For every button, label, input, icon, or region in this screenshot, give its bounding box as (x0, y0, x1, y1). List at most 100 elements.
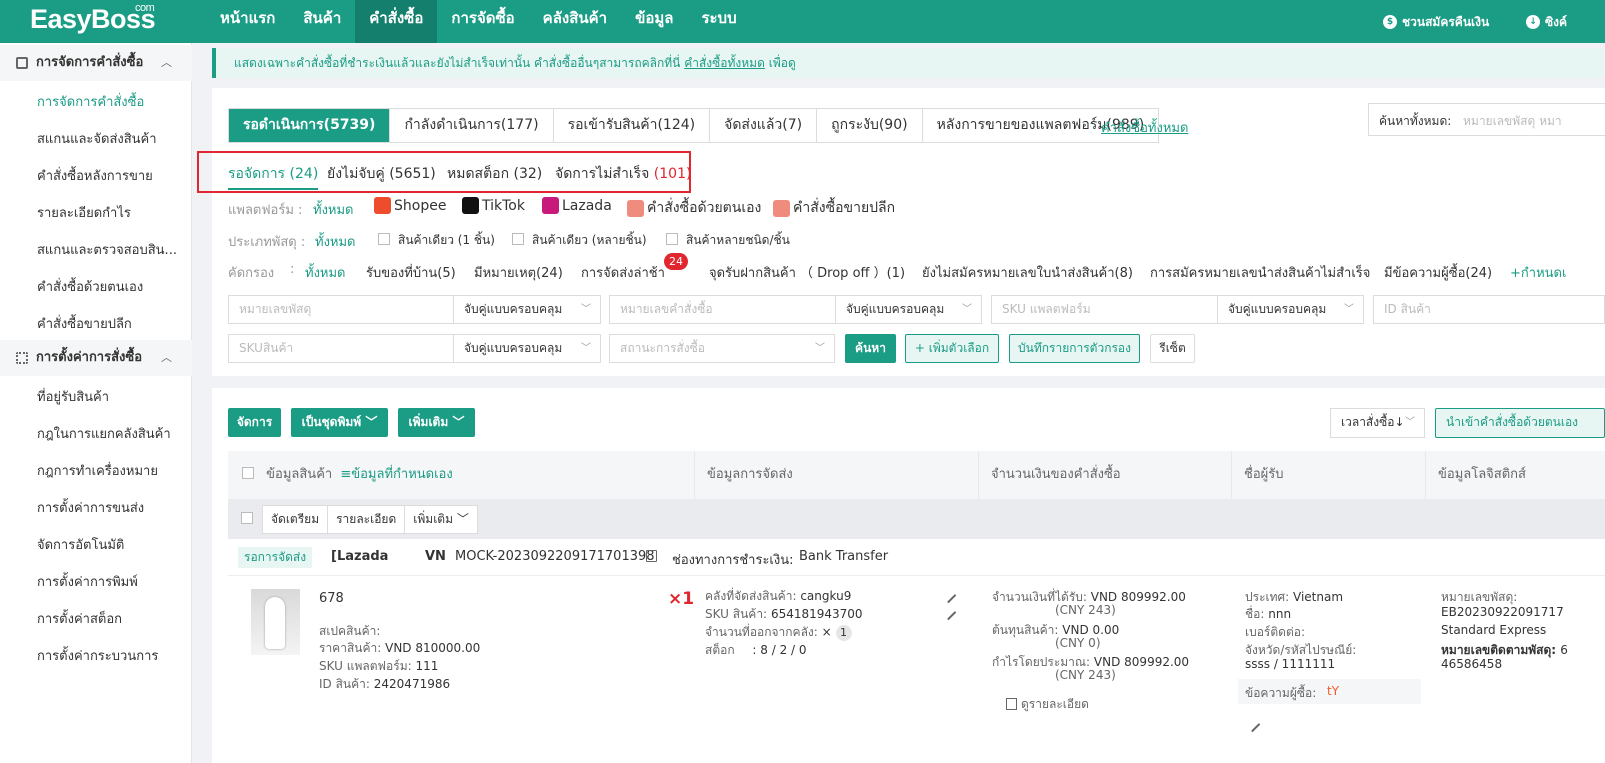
subtab-failed[interactable]: จัดการไม่สำเร็จ (101) (555, 163, 691, 185)
all-orders-link[interactable]: คำสั่งซื้อทั้งหมด (1101, 117, 1188, 138)
more-actions-button[interactable]: เพิ่มเติม ﹀ (405, 506, 477, 533)
add-option-button[interactable]: + เพิ่มตัวเลือก (905, 334, 999, 363)
platform-lazada[interactable]: Lazada (542, 197, 612, 214)
sidebar-item-order-management[interactable]: การจัดการคำสั่งซื้อ (37, 91, 144, 112)
prepare-button[interactable]: จัดเตรียม (263, 506, 329, 533)
sidebar-item-manual-orders[interactable]: คำสั่งซื้อด้วยตนเอง (37, 276, 143, 297)
logo[interactable]: EasyBoss com (30, 2, 156, 35)
sidebar-item-retail-orders[interactable]: คำสั่งซื้อขายปลีก (37, 313, 132, 334)
parcel-type-all[interactable]: ทั้งหมด (315, 231, 356, 252)
sidebar-item-after-sales[interactable]: คำสั่งซื้อหลังการขาย (37, 165, 153, 186)
checkbox[interactable] (666, 233, 678, 245)
filter-no-tracking[interactable]: ยังไม่สมัครหมายเลขใบนำส่งสินค้า(8) (922, 262, 1133, 283)
filter-home-pickup[interactable]: รับของที่บ้าน(5) (366, 262, 456, 283)
status-badge: รอการจัดส่ง (238, 547, 313, 568)
tiktok-icon (462, 197, 479, 214)
main-nav: หน้าแรก สินค้า คำสั่งซื้อ การจัดซื้อ คลั… (206, 0, 751, 43)
grid-icon (16, 352, 28, 364)
sidebar-item-pickup-address[interactable]: ที่อยู่รับสินค้า (37, 386, 109, 407)
order-number-input[interactable]: หมายเลขคำสั่งซื้อ (609, 295, 836, 324)
nav-data[interactable]: ข้อมูล (621, 0, 687, 43)
process-button[interactable]: จัดการ (228, 408, 281, 437)
parcel-match-select[interactable]: จับคู่แบบครอบคลุม ﹀ (453, 295, 601, 324)
nav-orders[interactable]: คำสั่งซื้อ (355, 0, 438, 43)
sidebar-item-mark-rules[interactable]: กฎการทำเครื่องหมาย (37, 460, 158, 481)
shop-name: [Lazada (331, 549, 389, 564)
tab-pending[interactable]: รอดำเนินการ(5739) (229, 109, 391, 142)
sidebar-item-automation[interactable]: จัดการอัตโนมัติ (37, 534, 124, 555)
more-button[interactable]: เพิ่มเติม ﹀ (398, 408, 475, 437)
parcel-number-input[interactable]: หมายเลขพัสดุ (228, 295, 454, 324)
subtab-to-process[interactable]: รอจัดการ (24) (228, 163, 319, 190)
tab-awaiting-pickup[interactable]: รอเข้ารับสินค้า(124) (554, 109, 711, 142)
detail-button[interactable]: รายละเอียด (328, 506, 406, 533)
sidebar-item-shipping-settings[interactable]: การตั้งค่าการขนส่ง (37, 497, 144, 518)
custom-info-link[interactable]: ≡ข้อมูลที่กำหนดเอง (340, 467, 452, 482)
platform-sku-input[interactable]: SKU แพลตฟอร์ม (991, 295, 1218, 324)
platform-manual[interactable]: คำสั่งซื้อด้วยตนเอง (627, 197, 761, 219)
tab-suspended[interactable]: ถูกระงับ(90) (817, 109, 923, 142)
platform-all[interactable]: ทั้งหมด (313, 199, 354, 220)
filter-buyer-message[interactable]: มีข้อความผู้ซื้อ(24) (1384, 262, 1492, 283)
order-status-select[interactable]: สถานะการสั่งซื้อ ﹀ (609, 334, 835, 363)
sidebar-item-scan-verify[interactable]: สแกนและตรวจสอบสิน... (37, 239, 177, 260)
parcel-multi-types[interactable]: สินค้าหลายชนิด/ชิ้น (666, 231, 790, 250)
subtab-out-of-stock[interactable]: หมดสต็อก (32) (447, 163, 542, 185)
reset-button[interactable]: รีเซ็ต (1150, 334, 1195, 363)
product-name[interactable]: 678 (319, 591, 344, 606)
filter-drop-off[interactable]: จุดรับฝากสินค้า （ Drop off ）(1) (709, 262, 905, 283)
platform-tiktok[interactable]: TikTok (462, 197, 525, 214)
sync-link[interactable]: ↓ ซิงค์ (1526, 0, 1567, 43)
select-all-checkbox[interactable] (242, 467, 254, 479)
filter-late-shipping[interactable]: การจัดส่งล่าช้า (581, 262, 665, 283)
product-sku-match-select[interactable]: จับคู่แบบครอบคลุม ﹀ (453, 334, 601, 363)
nav-system[interactable]: ระบบ (687, 0, 750, 43)
sidebar-item-profit-detail[interactable]: รายละเอียดกำไร (37, 202, 131, 223)
view-detail-link[interactable]: ดูรายละเอียด (1006, 695, 1089, 714)
product-sku-input[interactable]: SKUสินค้า (228, 334, 454, 363)
filter-all[interactable]: ทั้งหมด (305, 262, 346, 283)
copy-icon[interactable] (646, 550, 657, 562)
nav-home[interactable]: หน้าแรก (206, 0, 289, 43)
document-icon (1006, 698, 1017, 710)
search-input[interactable]: หมายเลขพัสดุ หมา (1463, 112, 1562, 131)
save-filter-button[interactable]: บันทึกรายการตัวกรอง (1009, 334, 1140, 363)
checkbox[interactable] (378, 233, 390, 245)
sidebar-group-order-management[interactable]: การจัดการคำสั่งซื้อ ︿ (0, 45, 192, 81)
filter-has-note[interactable]: มีหมายเหตุ(24) (474, 262, 563, 283)
parcel-single-one[interactable]: สินค้าเดียว (1 ชิ้น) (378, 231, 495, 250)
print-set-button[interactable]: เป็นชุดพิมพ์ ﹀ (291, 408, 388, 437)
sidebar-item-process-settings[interactable]: การตั้งค่ากระบวนการ (37, 645, 158, 666)
sku-match-select[interactable]: จับคู่แบบครอบคลุม ﹀ (1217, 295, 1364, 324)
nav-products[interactable]: สินค้า (289, 0, 355, 43)
chevron-down-icon: ﹀ (1344, 304, 1354, 315)
order-match-select[interactable]: จับคู่แบบครอบคลุม ﹀ (835, 295, 982, 324)
parcel-single-multi[interactable]: สินค้าเดียว (หลายชิ้น) (512, 231, 647, 250)
sidebar-item-print-settings[interactable]: การตั้งค่าการพิมพ์ (37, 571, 138, 592)
sort-select[interactable]: เวลาสั่งซื้อ↓ ﹀ (1330, 408, 1425, 438)
search-button[interactable]: ค้นหา (845, 334, 896, 363)
filter-custom-link[interactable]: +กำหนดเ (1510, 262, 1566, 283)
platform-shopee[interactable]: Shopee (374, 197, 446, 214)
chevron-up-icon: ︿ (161, 56, 172, 69)
filter-tracking-failed[interactable]: การสมัครหมายเลขนำส่งสินค้าไม่สำเร็จ (1150, 262, 1370, 283)
product-thumbnail[interactable] (251, 589, 300, 655)
tab-in-progress[interactable]: กำลังดำเนินการ(177) (390, 109, 554, 142)
tab-shipped[interactable]: จัดส่งแล้ว(7) (710, 109, 818, 142)
import-manual-order-button[interactable]: นำเข้าคำสั่งซื้อด้วยตนเอง (1435, 408, 1605, 438)
chevron-down-icon: ﹀ (815, 343, 825, 354)
sidebar-group-order-settings[interactable]: การตั้งค่าการสั่งซื้อ ︿ (0, 340, 192, 376)
quantity: ×1 (668, 589, 695, 609)
checkbox[interactable] (512, 233, 524, 245)
row-select-all-checkbox[interactable] (241, 512, 253, 524)
nav-purchasing[interactable]: การจัดซื้อ (437, 0, 528, 43)
subtab-unmatched[interactable]: ยังไม่จับคู่ (5651) (327, 163, 436, 185)
nav-warehouse[interactable]: คลังสินค้า (529, 0, 621, 43)
platform-retail[interactable]: คำสั่งซื้อขายปลีก (773, 197, 895, 219)
invite-link[interactable]: $ ชวนสมัครคืนเงิน (1383, 0, 1489, 43)
sidebar-item-stock-settings[interactable]: การตั้งค่าสต็อก (37, 608, 122, 629)
all-orders-notice-link[interactable]: คำสั่งซื้อทั้งหมด (684, 56, 765, 70)
sidebar-item-scan-ship[interactable]: สแกนและจัดส่งสินค้า (37, 128, 157, 149)
product-id-input[interactable]: ID สินค้า (1373, 295, 1605, 324)
sidebar-item-warehouse-rules[interactable]: กฎในการแยกคลังสินค้า (37, 423, 171, 444)
